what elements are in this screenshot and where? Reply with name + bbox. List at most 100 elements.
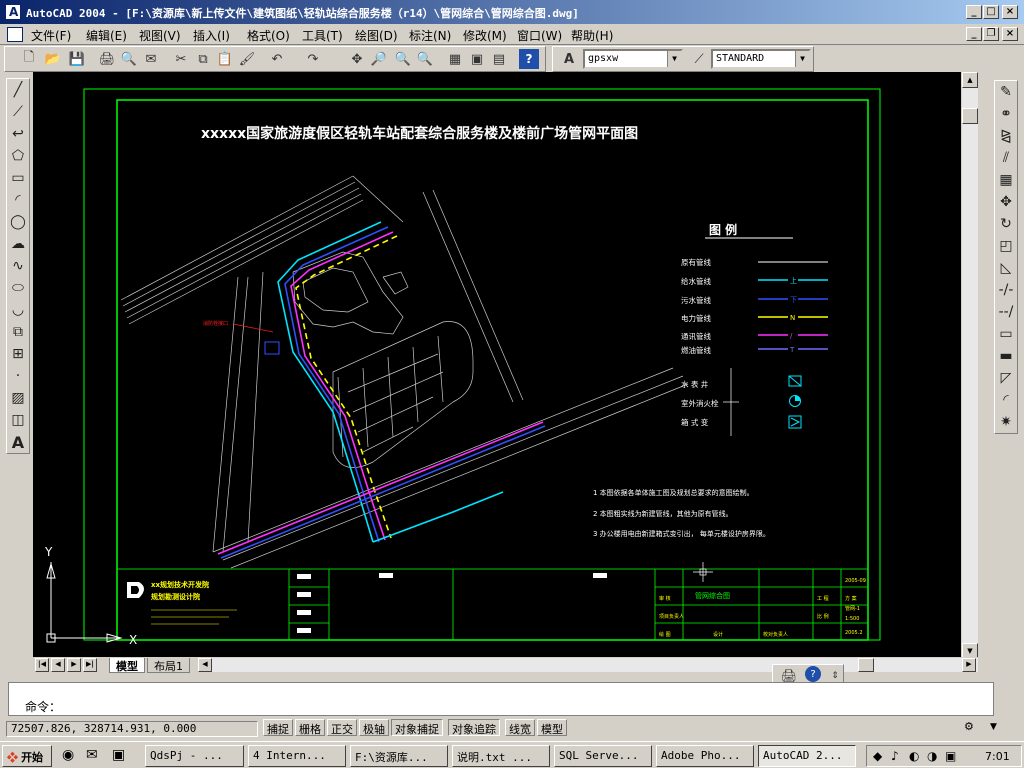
copy-icon[interactable]: ⧉	[193, 49, 213, 69]
menu-edit[interactable]: 编辑(E)	[86, 27, 127, 44]
region-icon[interactable]: ◫	[7, 409, 29, 431]
break-icon[interactable]: ▭	[995, 323, 1017, 345]
move-icon[interactable]: ✥	[995, 191, 1017, 213]
zoom-window-icon[interactable]: 🔍	[393, 49, 413, 69]
rectangle-icon[interactable]: ▭	[7, 167, 29, 189]
tab-layout1[interactable]: 布局1	[147, 658, 190, 673]
revcloud-icon[interactable]: ☁	[7, 233, 29, 255]
autocad-app-icon[interactable]	[5, 4, 21, 20]
mirror-icon[interactable]: ⧎	[995, 125, 1017, 147]
menu-format[interactable]: 格式(O)	[247, 27, 290, 44]
menu-tools[interactable]: 工具(T)	[302, 27, 343, 44]
new-icon[interactable]: 🗋	[19, 49, 39, 69]
otrack-toggle[interactable]: 对象追踪	[448, 719, 500, 736]
tray-volume-icon[interactable]: ♪	[891, 749, 899, 763]
dim-style-select[interactable]: STANDARD ▼	[711, 49, 811, 69]
horizontal-scrollbar[interactable]: ◀ ▶	[198, 658, 978, 672]
publish-icon[interactable]: ✉	[141, 49, 161, 69]
preview-icon[interactable]: 🔍	[119, 49, 139, 69]
properties-icon[interactable]: ▦	[445, 49, 465, 69]
scale-icon[interactable]: ◰	[995, 235, 1017, 257]
quicklaunch-outlook-icon[interactable]: ✉	[86, 747, 98, 763]
arc-icon[interactable]: ◜	[7, 189, 29, 211]
zoom-previous-icon[interactable]: 🔍	[415, 49, 435, 69]
line-icon[interactable]: ╱	[7, 79, 29, 101]
undo-icon[interactable]: ↶	[267, 49, 287, 69]
task-internet[interactable]: 4 Intern...	[248, 745, 346, 767]
minimize-button[interactable]: _	[966, 5, 982, 19]
task-explorer[interactable]: F:\资源库...	[350, 745, 448, 767]
spline-icon[interactable]: ∿	[7, 255, 29, 277]
ellipse-icon[interactable]: ⬭	[7, 277, 29, 299]
lineweight-toggle[interactable]: 线宽	[505, 719, 535, 736]
task-qdspj[interactable]: QdsPj - ...	[145, 745, 244, 767]
quicklaunch-desktop-icon[interactable]: ▣	[112, 747, 125, 763]
menu-draw[interactable]: 绘图(D)	[355, 27, 398, 44]
polyline-icon[interactable]: ↩	[7, 123, 29, 145]
explode-icon[interactable]: ✷	[995, 411, 1017, 433]
offset-icon[interactable]: ⫽	[995, 147, 1017, 169]
menu-file[interactable]: 文件(F)	[31, 27, 71, 44]
ortho-toggle[interactable]: 正交	[327, 719, 357, 736]
point-icon[interactable]: ·	[7, 365, 29, 387]
document-icon[interactable]	[7, 27, 23, 42]
text-style-icon[interactable]: A	[559, 49, 579, 69]
menu-insert[interactable]: 插入(I)	[193, 27, 230, 44]
mtext-icon[interactable]: A	[7, 431, 29, 453]
hscroll-thumb[interactable]	[858, 658, 874, 672]
save-icon[interactable]: 💾	[67, 49, 87, 69]
status-menu-arrow-icon[interactable]: ▼	[990, 722, 997, 732]
copy-object-icon[interactable]: ⚭	[995, 103, 1017, 125]
tab-prev-button[interactable]: ◀	[51, 658, 65, 672]
tool-palettes-icon[interactable]: ▤	[489, 49, 509, 69]
dim-style-icon[interactable]: ⟋	[689, 49, 709, 69]
stretch-icon[interactable]: ◺	[995, 257, 1017, 279]
construction-line-icon[interactable]: ⟋	[7, 101, 29, 123]
text-style-select[interactable]: gpsxw ▼	[583, 49, 683, 69]
task-sql-server[interactable]: SQL Serve...	[554, 745, 652, 767]
trim-icon[interactable]: -/-	[995, 279, 1017, 301]
tray-antivirus-icon[interactable]: ◐	[909, 749, 919, 763]
drawing-canvas[interactable]: xxxxx国家旅游度假区轻轨车站配套综合服务楼及楼前广场管网平面图 消防栓接口 …	[33, 72, 961, 659]
doc-restore-button[interactable]: ❐	[983, 27, 999, 41]
close-button[interactable]: ×	[1002, 5, 1018, 19]
help-icon[interactable]: ?	[519, 49, 539, 69]
doc-close-button[interactable]: ×	[1002, 27, 1018, 41]
comm-center-icon[interactable]: ⚙	[964, 720, 984, 736]
tab-first-button[interactable]: |◀	[35, 658, 49, 672]
chamfer-icon[interactable]: ◸	[995, 367, 1017, 389]
print-icon[interactable]: 🖨	[97, 49, 117, 69]
erase-icon[interactable]: ✎	[995, 81, 1017, 103]
match-properties-icon[interactable]: 🖌	[237, 49, 257, 69]
tab-last-button[interactable]: ▶|	[83, 658, 97, 672]
ellipse-arc-icon[interactable]: ◡	[7, 299, 29, 321]
snap-toggle[interactable]: 捕捉	[263, 719, 293, 736]
fillet-icon[interactable]: ◜	[995, 389, 1017, 411]
menu-modify[interactable]: 修改(M)	[463, 27, 507, 44]
command-line[interactable]: 命令：	[8, 682, 994, 716]
tab-next-button[interactable]: ▶	[67, 658, 81, 672]
menu-dimension[interactable]: 标注(N)	[409, 27, 451, 44]
clock[interactable]: 7:01	[985, 750, 1010, 763]
scroll-left-button[interactable]: ◀	[198, 658, 212, 672]
menu-view[interactable]: 视图(V)	[139, 27, 181, 44]
scroll-right-button[interactable]: ▶	[962, 658, 976, 672]
vertical-scrollbar[interactable]: ▲ ▼	[962, 72, 978, 659]
zoom-realtime-icon[interactable]: 🔎	[369, 49, 389, 69]
tray-ime-icon[interactable]: ◑	[927, 749, 937, 763]
tray-app-icon[interactable]: ▣	[945, 749, 956, 763]
start-button[interactable]: ❖ 开始	[2, 745, 52, 767]
rotate-icon[interactable]: ↻	[995, 213, 1017, 235]
array-icon[interactable]: ▦	[995, 169, 1017, 191]
menu-window[interactable]: 窗口(W)	[517, 27, 562, 44]
redo-icon[interactable]: ↷	[303, 49, 323, 69]
make-block-icon[interactable]: ⊞	[7, 343, 29, 365]
grid-toggle[interactable]: 栅格	[295, 719, 325, 736]
join-icon[interactable]: ▬	[995, 345, 1017, 367]
open-icon[interactable]: 📂	[43, 49, 63, 69]
design-center-icon[interactable]: ▣	[467, 49, 487, 69]
task-photoshop[interactable]: Adobe Pho...	[656, 745, 754, 767]
task-autocad[interactable]: AutoCAD 2...	[758, 745, 856, 767]
extend-icon[interactable]: --/	[995, 301, 1017, 323]
hatch-icon[interactable]: ▨	[7, 387, 29, 409]
